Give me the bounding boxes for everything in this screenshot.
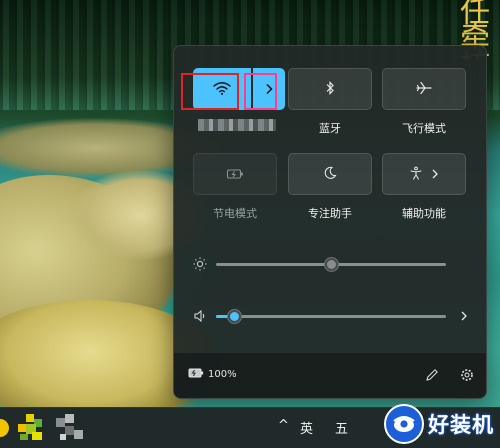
open-settings-button[interactable] <box>457 366 477 386</box>
audio-output-chevron-icon[interactable] <box>456 307 472 325</box>
quick-settings-footer: 100% <box>174 352 486 398</box>
volume-thumb[interactable] <box>227 309 243 324</box>
taskbar-app-icon[interactable] <box>0 417 14 443</box>
battery-saver-toggle-button[interactable] <box>193 153 277 195</box>
brightness-slider[interactable] <box>192 252 472 276</box>
settings-gear-icon <box>460 367 474 386</box>
chevron-right-icon <box>431 165 439 184</box>
input-method-wubi[interactable]: 五 <box>335 418 348 437</box>
edit-pencil-icon <box>425 367 439 386</box>
chevron-right-icon <box>264 80 274 99</box>
bluetooth-toggle-button[interactable] <box>288 68 372 110</box>
watermark-logo-icon <box>384 404 424 444</box>
input-language-english[interactable]: 英 <box>300 418 313 437</box>
show-hidden-icons-chevron[interactable]: ^ <box>278 418 289 433</box>
accessibility-label: 辅助功能 <box>402 207 446 220</box>
airplane-mode-label: 飞行模式 <box>402 122 446 135</box>
battery-status[interactable]: 100% <box>188 368 237 381</box>
wifi-network-name-pixelated <box>198 119 276 131</box>
bluetooth-icon <box>325 80 335 99</box>
airplane-mode-toggle-button[interactable] <box>382 68 466 110</box>
speaker-icon <box>192 307 208 325</box>
brightness-thumb[interactable] <box>324 257 339 272</box>
accessibility-button[interactable] <box>382 153 466 195</box>
sun-icon <box>192 255 208 273</box>
moon-icon <box>323 165 337 184</box>
bluetooth-label: 蓝牙 <box>319 122 341 135</box>
watermark: 好装机 <box>384 402 494 446</box>
wifi-tile <box>193 68 285 110</box>
airplane-icon <box>416 80 432 99</box>
wifi-icon <box>213 80 231 99</box>
quick-settings-panel: 蓝牙 飞行模式 节电模式 专注助手 辅助功能 100% <box>173 45 487 399</box>
edit-quick-settings-button[interactable] <box>422 366 442 386</box>
volume-track[interactable] <box>216 309 446 324</box>
focus-assist-label: 专注助手 <box>308 207 352 220</box>
battery-saver-icon <box>226 165 244 184</box>
taskbar-app-icon-gray[interactable] <box>56 414 84 446</box>
battery-percentage: 100% <box>208 369 237 380</box>
watermark-text: 好装机 <box>428 413 494 437</box>
wifi-toggle-button[interactable] <box>193 68 251 110</box>
battery-charging-icon <box>188 368 204 381</box>
battery-saver-label: 节电模式 <box>213 207 257 220</box>
brightness-track[interactable] <box>216 257 446 272</box>
wifi-expand-button[interactable] <box>253 68 285 110</box>
taskbar-app-icon-colorful[interactable] <box>16 414 48 446</box>
focus-assist-toggle-button[interactable] <box>288 153 372 195</box>
volume-slider[interactable] <box>192 304 472 328</box>
accessibility-icon <box>409 165 423 184</box>
